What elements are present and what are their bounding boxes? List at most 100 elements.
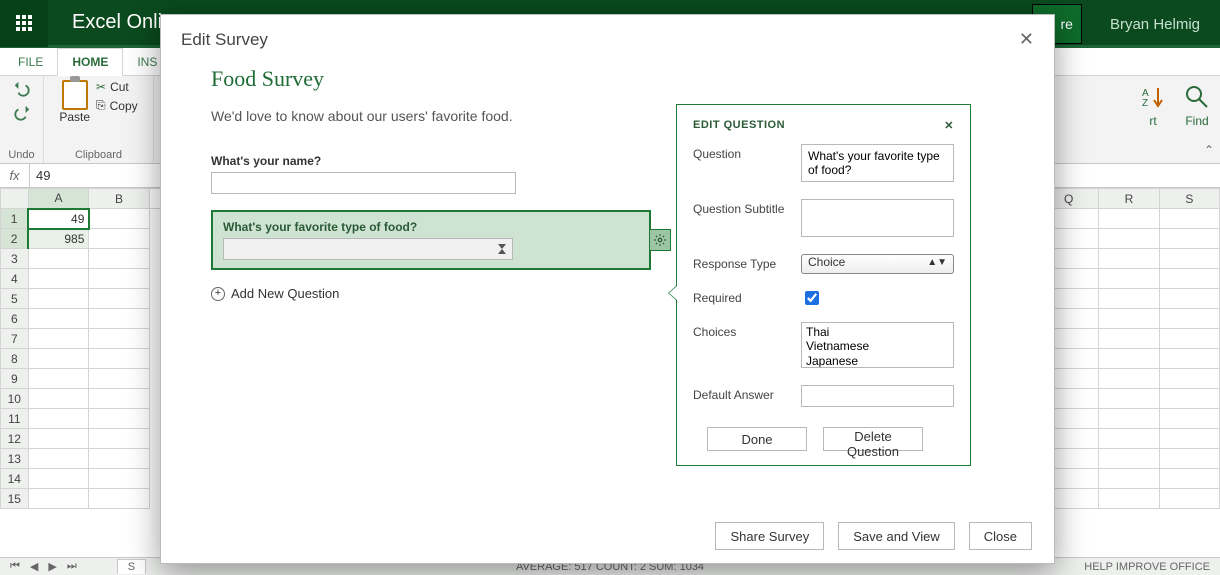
cell[interactable]: [1099, 409, 1159, 429]
collapse-ribbon-icon[interactable]: ⌃: [1204, 143, 1214, 157]
cell[interactable]: [1099, 309, 1159, 329]
sheet-nav-first-icon[interactable]: ⏮: [10, 560, 20, 573]
cell[interactable]: [89, 249, 149, 269]
row-header-6[interactable]: 6: [1, 309, 29, 329]
cell[interactable]: [1099, 329, 1159, 349]
cell[interactable]: [28, 409, 89, 429]
eq-required-checkbox[interactable]: [805, 291, 819, 305]
cell[interactable]: [89, 369, 149, 389]
cell[interactable]: [89, 329, 149, 349]
cell[interactable]: [1099, 469, 1159, 489]
row-header-3[interactable]: 3: [1, 249, 29, 269]
redo-icon[interactable]: [13, 104, 31, 122]
cell[interactable]: [1099, 249, 1159, 269]
cell[interactable]: [28, 289, 89, 309]
cell[interactable]: [1099, 489, 1159, 509]
cell[interactable]: [1159, 429, 1219, 449]
cell[interactable]: [28, 269, 89, 289]
help-improve-link[interactable]: HELP IMPROVE OFFICE: [1084, 561, 1210, 573]
dialog-close-button[interactable]: ✕: [1019, 29, 1034, 50]
cell[interactable]: [1159, 389, 1219, 409]
sort-button[interactable]: AZ rt: [1140, 84, 1166, 128]
cell[interactable]: [1099, 429, 1159, 449]
cell[interactable]: [28, 309, 89, 329]
tab-home[interactable]: HOME: [57, 48, 123, 76]
row-header-1[interactable]: 1: [1, 209, 29, 229]
question-block-2-selected[interactable]: What's your favorite type of food?: [211, 210, 651, 270]
row-header-2[interactable]: 2: [1, 229, 29, 249]
sheet-tab-active[interactable]: S: [117, 559, 146, 574]
share-survey-button[interactable]: Share Survey: [715, 522, 824, 550]
cell[interactable]: [1099, 369, 1159, 389]
cell[interactable]: [1099, 269, 1159, 289]
eq-default-input[interactable]: [801, 385, 954, 407]
eq-subtitle-input[interactable]: [801, 199, 954, 237]
cell[interactable]: [89, 389, 149, 409]
col-header-r[interactable]: R: [1099, 189, 1159, 209]
cell[interactable]: [28, 249, 89, 269]
cell[interactable]: [89, 309, 149, 329]
user-name[interactable]: Bryan Helmig: [1090, 16, 1220, 33]
cell[interactable]: [89, 289, 149, 309]
cell[interactable]: [1159, 289, 1219, 309]
row-header-14[interactable]: 14: [1, 469, 29, 489]
eq-responsetype-select[interactable]: Choice▲▼: [801, 254, 954, 274]
save-and-view-button[interactable]: Save and View: [838, 522, 955, 550]
cell[interactable]: [89, 349, 149, 369]
cell[interactable]: [28, 389, 89, 409]
col-header-b[interactable]: B: [89, 189, 149, 209]
cell[interactable]: [89, 269, 149, 289]
cell-a2[interactable]: 985: [28, 229, 89, 249]
cell[interactable]: [89, 469, 149, 489]
cell[interactable]: [1159, 489, 1219, 509]
row-header-8[interactable]: 8: [1, 349, 29, 369]
cell[interactable]: [1099, 449, 1159, 469]
edit-question-close-button[interactable]: ✕: [944, 119, 954, 132]
sheet-nav-last-icon[interactable]: ⏭: [67, 560, 77, 573]
find-button[interactable]: Find: [1184, 84, 1210, 128]
cell[interactable]: [1159, 449, 1219, 469]
cell[interactable]: [1159, 349, 1219, 369]
cell[interactable]: [1159, 309, 1219, 329]
sheet-nav-prev-icon[interactable]: ◀: [30, 560, 38, 573]
col-header-s[interactable]: S: [1159, 189, 1219, 209]
undo-icon[interactable]: [13, 80, 31, 98]
cell[interactable]: [1159, 469, 1219, 489]
cell[interactable]: [89, 409, 149, 429]
select-all-corner[interactable]: [1, 189, 29, 209]
cell[interactable]: [1099, 389, 1159, 409]
col-header-a[interactable]: A: [28, 189, 89, 209]
cell[interactable]: [28, 449, 89, 469]
cell[interactable]: [1159, 329, 1219, 349]
eq-done-button[interactable]: Done: [707, 427, 807, 451]
row-header-12[interactable]: 12: [1, 429, 29, 449]
question-2-dropdown[interactable]: [223, 238, 513, 260]
cell[interactable]: [28, 489, 89, 509]
eq-delete-button[interactable]: Delete Question: [823, 427, 923, 451]
copy-button[interactable]: ⎘Copy: [96, 98, 138, 113]
cell[interactable]: [1159, 409, 1219, 429]
cell[interactable]: [28, 469, 89, 489]
question-1-input[interactable]: [211, 172, 516, 194]
tab-file[interactable]: FILE: [4, 49, 57, 75]
app-launcher[interactable]: [0, 0, 48, 47]
cell[interactable]: [1159, 369, 1219, 389]
row-header-13[interactable]: 13: [1, 449, 29, 469]
cut-button[interactable]: ✂Cut: [96, 80, 138, 94]
cell[interactable]: [1159, 209, 1219, 229]
cell[interactable]: [89, 209, 149, 229]
question-settings-gear[interactable]: [649, 229, 671, 251]
formula-value[interactable]: 49: [30, 168, 50, 183]
cell[interactable]: [89, 489, 149, 509]
row-header-4[interactable]: 4: [1, 269, 29, 289]
cell[interactable]: [1099, 229, 1159, 249]
row-header-11[interactable]: 11: [1, 409, 29, 429]
cell[interactable]: [89, 229, 149, 249]
cell[interactable]: [1159, 229, 1219, 249]
row-header-9[interactable]: 9: [1, 369, 29, 389]
cell[interactable]: [1159, 249, 1219, 269]
paste-button[interactable]: Paste: [59, 80, 90, 124]
cell[interactable]: [89, 449, 149, 469]
row-header-10[interactable]: 10: [1, 389, 29, 409]
cell[interactable]: [28, 369, 89, 389]
